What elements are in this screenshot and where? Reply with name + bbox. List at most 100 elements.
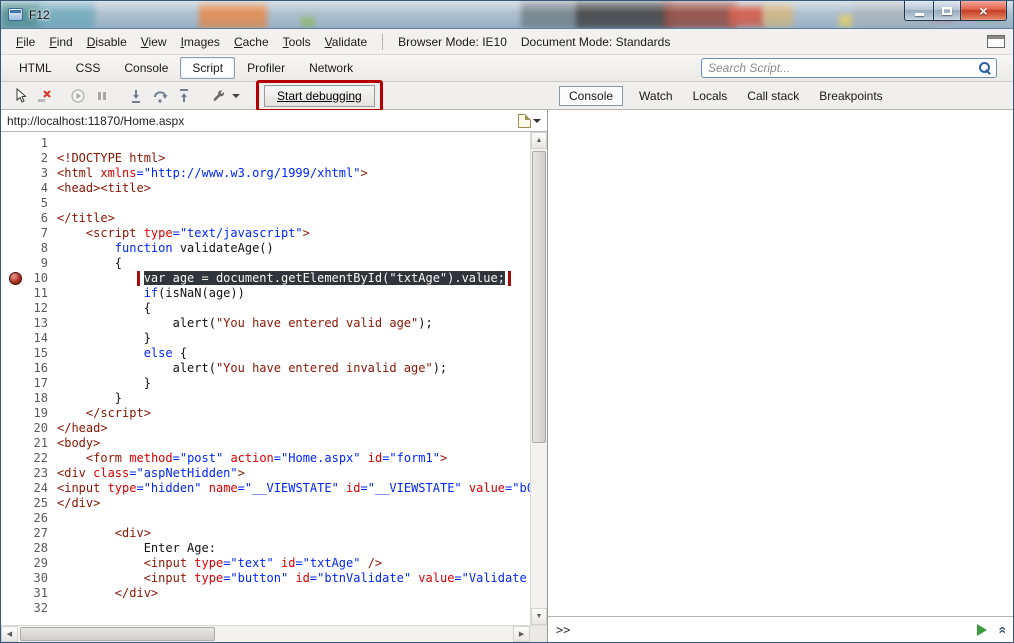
break-all-icon[interactable] [91,86,113,106]
breakpoint-margin[interactable] [1,526,31,541]
breakpoint-margin[interactable] [1,331,31,346]
breakpoint-margin[interactable] [1,256,31,271]
document-mode-menu[interactable]: Document Mode: Standards [514,32,677,52]
menu-cache[interactable]: Cache [227,32,276,52]
start-debugging-button[interactable]: Start debugging [264,84,375,107]
source-file-dropdown-caret-icon[interactable] [533,118,541,123]
editor-horizontal-scrollbar[interactable]: ◀ ▶ [1,625,531,642]
editor-vertical-scrollbar[interactable]: ▲ ▼ [530,132,547,625]
tab-profiler[interactable]: Profiler [235,57,297,79]
code-text: </head> [57,421,108,435]
scroll-left-button[interactable]: ◀ [1,626,18,642]
breakpoint-margin[interactable] [1,451,31,466]
breakpoint-margin[interactable] [1,496,31,511]
panel-tab-locals[interactable]: Locals [693,89,728,103]
line-number: 31 [33,586,48,600]
breakpoint-margin[interactable] [1,151,31,166]
step-over-icon[interactable] [149,86,171,106]
breakpoint-margin[interactable] [1,346,31,361]
scroll-right-button[interactable]: ▶ [513,626,531,642]
search-icon[interactable] [978,61,992,75]
breakpoint-margin[interactable] [1,376,31,391]
breakpoint-margin[interactable] [1,136,31,151]
code-text: <script type="text/javascript"> [85,226,310,240]
breakpoint-margin[interactable] [1,541,31,556]
breakpoint-margin[interactable] [1,601,31,616]
breakpoint-margin[interactable] [1,196,31,211]
code-text: <div class="aspNetHidden"> [57,466,245,480]
breakpoint-margin[interactable] [1,481,31,496]
browser-mode-menu[interactable]: Browser Mode: IE10 [391,32,514,52]
breakpoint-margin[interactable] [1,406,31,421]
code-line: 12 { [1,301,547,316]
multiline-toggle-icon[interactable]: » [993,626,1009,634]
code-text: alert("You have entered invalid age"); [57,361,448,375]
line-number: 24 [33,481,48,495]
scroll-down-button[interactable]: ▼ [531,608,547,625]
line-number: 15 [33,346,48,360]
source-file-icon[interactable] [518,113,531,128]
menu-find[interactable]: Find [42,32,79,52]
breakpoint-margin[interactable] [1,241,31,256]
menu-disable[interactable]: Disable [80,32,134,52]
line-number: 25 [33,496,48,510]
tab-network[interactable]: Network [297,57,365,79]
wrench-dropdown-caret-icon[interactable] [232,93,240,98]
code-editor[interactable]: 1 2 <!DOCTYPE html> 3 <html xmlns="http://ww… [1,132,547,625]
panel-tab-call-stack[interactable]: Call stack [747,89,799,103]
maximize-button[interactable] [933,1,960,21]
line-number: 11 [33,286,48,300]
menu-file[interactable]: File [9,32,42,52]
console-output[interactable] [548,110,1013,616]
breakpoint-margin[interactable] [1,436,31,451]
scroll-up-button[interactable]: ▲ [531,132,547,149]
clear-breakpoints-icon[interactable] [33,86,55,106]
vertical-scroll-thumb[interactable] [532,151,546,443]
select-element-icon[interactable] [9,86,31,106]
breakpoint-margin[interactable] [1,466,31,481]
menu-validate[interactable]: Validate [318,32,375,52]
breakpoint-margin[interactable] [1,211,31,226]
panel-tab-console[interactable]: Console [559,85,624,106]
breakpoint-margin[interactable] [1,166,31,181]
breakpoint-margin[interactable] [1,316,31,331]
breakpoint-icon[interactable] [9,272,22,285]
horizontal-scroll-track[interactable] [18,626,513,642]
horizontal-scroll-thumb[interactable] [20,627,215,641]
panel-tab-breakpoints[interactable]: Breakpoints [819,89,882,103]
tab-script[interactable]: Script [180,57,236,79]
breakpoint-margin[interactable] [1,301,31,316]
menu-images[interactable]: Images [174,32,227,52]
breakpoint-margin[interactable] [1,556,31,571]
breakpoint-margin[interactable] [1,391,31,406]
breakpoint-margin[interactable] [1,586,31,601]
breakpoint-margin[interactable] [1,511,31,526]
breakpoint-margin[interactable] [1,181,31,196]
tab-html[interactable]: HTML [7,57,64,79]
unpin-window-icon[interactable] [987,35,1005,48]
panel-tab-watch[interactable]: Watch [639,89,673,103]
scrollbar-corner [530,625,547,642]
tab-console[interactable]: Console [112,57,180,79]
run-script-icon[interactable] [977,623,988,636]
search-input[interactable] [708,61,978,75]
breakpoint-margin[interactable] [1,421,31,436]
breakpoint-margin[interactable] [1,571,31,586]
breakpoint-margin[interactable] [1,271,31,286]
menu-view[interactable]: View [134,32,174,52]
code-line: 22 <form method="post" action="Home.aspx… [1,451,547,466]
tab-css[interactable]: CSS [64,57,113,79]
breakpoint-margin[interactable] [1,286,31,301]
menu-tools[interactable]: Tools [276,32,318,52]
debug-tools-wrench-icon[interactable] [207,86,229,106]
minimize-button[interactable] [904,1,933,21]
browser-mode-label: Browser Mode: [398,34,479,49]
step-into-icon[interactable] [125,86,147,106]
vertical-scroll-track[interactable] [531,149,547,608]
console-input[interactable] [576,622,972,637]
step-out-icon[interactable] [173,86,195,106]
breakpoint-margin[interactable] [1,226,31,241]
breakpoint-margin[interactable] [1,361,31,376]
continue-icon[interactable] [67,86,89,106]
close-button[interactable]: × [960,1,1007,21]
